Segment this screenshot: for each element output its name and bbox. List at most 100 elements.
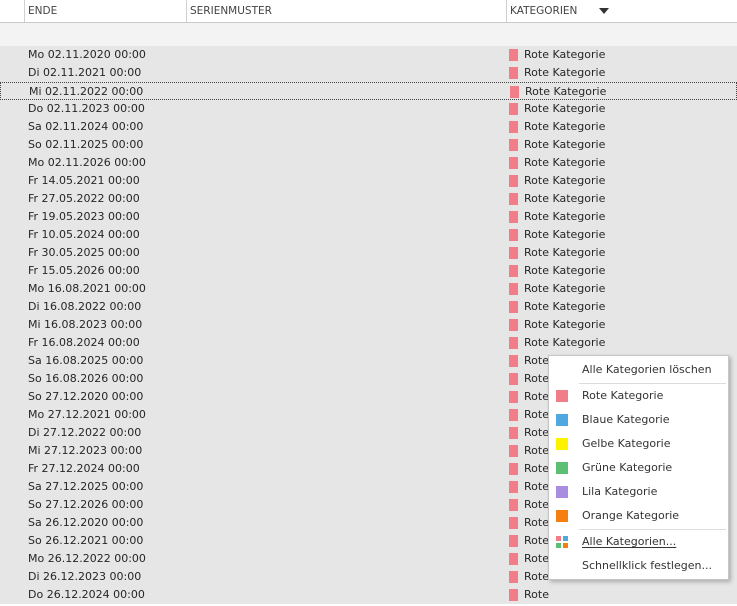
- appointment-row[interactable]: Fr 14.05.2021 00:00 Rote Kategorie: [0, 172, 737, 190]
- sort-descending-icon[interactable]: [599, 8, 609, 14]
- category-cell[interactable]: Rote Kategorie: [524, 172, 605, 190]
- category-color-icon: [509, 283, 518, 295]
- category-color-icon: [509, 373, 518, 385]
- category-cell[interactable]: Rote Kategorie: [524, 226, 605, 244]
- category-cell[interactable]: Rote Kategorie: [524, 190, 605, 208]
- category-cell[interactable]: Rote: [524, 424, 549, 442]
- appointment-row[interactable]: Mo 02.11.2020 00:00 Rote Kategorie: [0, 46, 737, 64]
- category-color-icon: [509, 391, 518, 403]
- category-color-icon: [509, 517, 518, 529]
- appointment-row[interactable]: Mi 16.08.2023 00:00 Rote Kategorie: [0, 316, 737, 334]
- category-cell[interactable]: Rote: [524, 532, 549, 550]
- category-cell[interactable]: Rote Kategorie: [524, 298, 605, 316]
- menu-item-label: Schnellklick festlegen...: [582, 559, 712, 572]
- menu-item-blaue-kategorie[interactable]: Blaue Kategorie: [549, 408, 728, 432]
- end-date-cell: Mo 27.12.2021 00:00: [28, 408, 146, 421]
- category-grid-icon: [556, 536, 569, 549]
- category-cell[interactable]: Rote Kategorie: [524, 280, 605, 298]
- end-date-cell: Fr 10.05.2024 00:00: [28, 228, 140, 241]
- end-date-cell: Sa 02.11.2024 00:00: [28, 120, 144, 133]
- appointment-row[interactable]: Fr 27.05.2022 00:00 Rote Kategorie: [0, 190, 737, 208]
- category-color-icon: [509, 247, 518, 259]
- category-cell[interactable]: Rote Kategorie: [524, 100, 605, 118]
- category-color-icon: [509, 535, 518, 547]
- category-cell[interactable]: Rote: [524, 460, 549, 478]
- category-cell[interactable]: Rote Kategorie: [524, 208, 605, 226]
- category-color-icon: [509, 211, 518, 223]
- category-cell[interactable]: Rote: [524, 370, 549, 388]
- category-cell[interactable]: Rote Kategorie: [524, 154, 605, 172]
- appointment-row[interactable]: Fr 16.08.2024 00:00 Rote Kategorie: [0, 334, 737, 352]
- appointment-row[interactable]: Do 02.11.2023 00:00 Rote Kategorie: [0, 100, 737, 118]
- appointment-row[interactable]: So 02.11.2025 00:00 Rote Kategorie: [0, 136, 737, 154]
- category-color-icon: [509, 589, 518, 601]
- category-color-icon: [509, 355, 518, 367]
- menu-item-label: Orange Kategorie: [582, 509, 680, 522]
- column-header-ende[interactable]: ENDE: [24, 0, 186, 22]
- end-date-cell: Do 26.12.2024 00:00: [28, 588, 145, 601]
- appointment-row[interactable]: Mo 16.08.2021 00:00 Rote Kategorie: [0, 280, 737, 298]
- end-date-cell: So 16.08.2026 00:00: [28, 372, 144, 385]
- category-color-icon: [509, 265, 518, 277]
- end-date-cell: Mo 16.08.2021 00:00: [28, 282, 146, 295]
- end-date-cell: So 26.12.2021 00:00: [28, 534, 144, 547]
- end-date-cell: Mo 02.11.2020 00:00: [28, 48, 146, 61]
- menu-item-gruene-kategorie[interactable]: Grüne Kategorie: [549, 456, 728, 480]
- category-cell[interactable]: Rote: [524, 514, 549, 532]
- menu-item-orange-kategorie[interactable]: Orange Kategorie: [549, 504, 728, 528]
- menu-item-gelbe-kategorie[interactable]: Gelbe Kategorie: [549, 432, 728, 456]
- category-cell[interactable]: Rote Kategorie: [524, 64, 605, 82]
- end-date-cell: So 02.11.2025 00:00: [28, 138, 144, 151]
- category-cell[interactable]: Rote Kategorie: [524, 262, 605, 280]
- appointment-row[interactable]: Sa 02.11.2024 00:00 Rote Kategorie: [0, 118, 737, 136]
- menu-item-rote-kategorie[interactable]: Rote Kategorie: [549, 384, 728, 408]
- menu-item-label: Lila Kategorie: [582, 485, 658, 498]
- category-cell[interactable]: Rote: [524, 478, 549, 496]
- category-color-icon: [509, 337, 518, 349]
- category-cell[interactable]: Rote: [524, 442, 549, 460]
- appointment-row[interactable]: Mi 02.11.2022 00:00 Rote Kategorie: [0, 82, 737, 100]
- category-cell[interactable]: Rote Kategorie: [524, 46, 605, 64]
- end-date-cell: Fr 15.05.2026 00:00: [28, 264, 140, 277]
- end-date-cell: Mi 02.11.2022 00:00: [29, 85, 144, 98]
- category-cell[interactable]: Rote: [524, 352, 549, 370]
- group-spacer-row: [0, 23, 737, 46]
- category-color-icon: [509, 49, 518, 61]
- appointment-row[interactable]: Mo 02.11.2026 00:00 Rote Kategorie: [0, 154, 737, 172]
- end-date-cell: Fr 30.05.2025 00:00: [28, 246, 140, 259]
- end-date-cell: So 27.12.2020 00:00: [28, 390, 144, 403]
- appointment-row[interactable]: Di 16.08.2022 00:00 Rote Kategorie: [0, 298, 737, 316]
- column-header-serienmuster[interactable]: SERIENMUSTER: [186, 0, 506, 22]
- category-color-icon: [509, 427, 518, 439]
- category-cell[interactable]: Rote: [524, 550, 549, 568]
- category-cell[interactable]: Rote: [524, 568, 549, 586]
- appointment-row[interactable]: Di 02.11.2021 00:00 Rote Kategorie: [0, 64, 737, 82]
- category-cell[interactable]: Rote Kategorie: [524, 136, 605, 154]
- category-cell[interactable]: Rote: [524, 586, 549, 604]
- menu-item-quick-click[interactable]: Schnellklick festlegen...: [549, 554, 728, 578]
- menu-item-clear-all-categories[interactable]: Alle Kategorien löschen: [549, 358, 728, 382]
- category-cell[interactable]: Rote Kategorie: [524, 316, 605, 334]
- category-cell[interactable]: Rote Kategorie: [524, 334, 605, 352]
- menu-item-label: Alle Kategorien löschen: [582, 363, 712, 376]
- category-color-icon: [509, 301, 518, 313]
- appointment-row[interactable]: Fr 30.05.2025 00:00 Rote Kategorie: [0, 244, 737, 262]
- category-cell[interactable]: Rote: [524, 406, 549, 424]
- category-cell[interactable]: Rote Kategorie: [525, 83, 606, 101]
- category-color-icon: [509, 319, 518, 331]
- menu-item-label: Rote Kategorie: [582, 389, 664, 402]
- category-cell[interactable]: Rote: [524, 496, 549, 514]
- end-date-cell: Fr 14.05.2021 00:00: [28, 174, 140, 187]
- appointment-row[interactable]: Fr 15.05.2026 00:00 Rote Kategorie: [0, 262, 737, 280]
- appointment-row[interactable]: Fr 19.05.2023 00:00 Rote Kategorie: [0, 208, 737, 226]
- column-header-kategorien[interactable]: KATEGORIEN: [506, 0, 737, 22]
- end-date-cell: So 27.12.2026 00:00: [28, 498, 144, 511]
- category-cell[interactable]: Rote Kategorie: [524, 118, 605, 136]
- category-cell[interactable]: Rote Kategorie: [524, 244, 605, 262]
- menu-item-all-categories[interactable]: Alle Kategorien...: [549, 530, 728, 554]
- category-cell[interactable]: Rote: [524, 388, 549, 406]
- appointment-row[interactable]: Do 26.12.2024 00:00 Rote: [0, 586, 737, 604]
- appointment-row[interactable]: Fr 10.05.2024 00:00 Rote Kategorie: [0, 226, 737, 244]
- orange-category-swatch-icon: [556, 510, 568, 522]
- menu-item-lila-kategorie[interactable]: Lila Kategorie: [549, 480, 728, 504]
